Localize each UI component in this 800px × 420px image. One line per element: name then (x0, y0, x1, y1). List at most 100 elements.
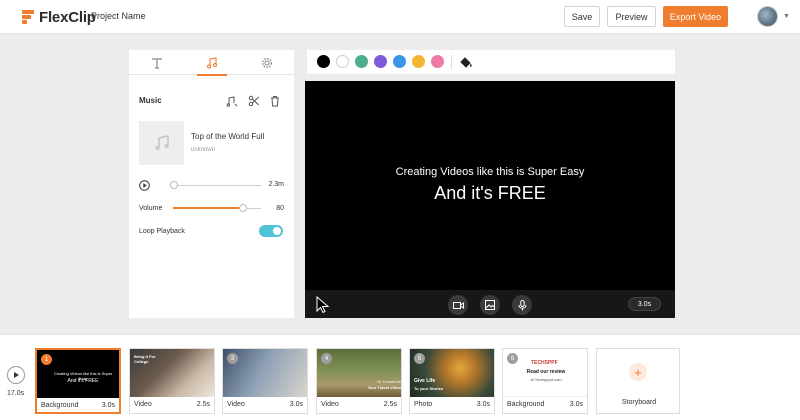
color-swatch[interactable] (412, 55, 425, 68)
color-swatch[interactable] (374, 55, 387, 68)
color-swatch[interactable] (336, 55, 349, 68)
preview-button[interactable]: Preview (607, 6, 656, 27)
thumb-caption: To your Stories (414, 386, 444, 391)
music-note-icon (206, 56, 217, 68)
scene-clip-4[interactable]: Or it could be Your Travel Video 4 Video… (316, 348, 402, 414)
loop-playback-label: Loop Playback (139, 228, 185, 235)
scene-duration[interactable]: 3.0s (628, 297, 661, 311)
tab-text[interactable] (129, 50, 184, 75)
trash-icon (271, 96, 279, 107)
scene-thumbnail: Bring It For College (130, 349, 214, 397)
volume-slider-handle[interactable] (239, 204, 248, 212)
timeline-play-button[interactable] (7, 366, 25, 384)
logo-text: FlexClip (39, 8, 96, 26)
scene-type: Video (227, 401, 245, 408)
track-progress-bar[interactable] (173, 185, 261, 186)
canvas-text-line1[interactable]: Creating Videos like this is Super Easy (305, 166, 675, 178)
thumb-caption: Or it could be (377, 379, 401, 384)
scene-number-badge: 4 (321, 353, 332, 364)
scene-number-badge: 3 (227, 353, 238, 364)
scene-clip-2[interactable]: Bring It For College Video 2.5s (129, 348, 215, 414)
track-artist: unknown (191, 147, 216, 153)
track-progress-handle[interactable] (170, 181, 178, 189)
flexclip-logo[interactable]: FlexClip (22, 7, 96, 27)
track-title: Top of the World Full (191, 132, 265, 141)
toolbar-divider (451, 55, 452, 69)
canvas-controls: 3.0s (305, 290, 675, 318)
thumb-caption: Read our review (526, 369, 566, 375)
scene-number-badge: 6 (507, 353, 518, 364)
scene-type: Video (321, 401, 339, 408)
add-image-button[interactable] (480, 295, 500, 315)
color-swatch[interactable] (431, 55, 444, 68)
plus-icon: + (629, 363, 647, 381)
storyboard-label: Storyboard (621, 399, 657, 406)
video-canvas[interactable]: Creating Videos like this is Super Easy … (305, 81, 675, 318)
volume-value: 80 (276, 205, 284, 212)
save-button[interactable]: Save (564, 6, 600, 27)
section-title: Music (139, 96, 162, 105)
panel-tabs (129, 50, 294, 76)
tab-music[interactable] (184, 50, 239, 76)
top-bar: FlexClip Project Name Save Preview Expor… (0, 0, 800, 34)
record-voice-button[interactable] (512, 295, 532, 315)
delete-music-button[interactable] (268, 94, 282, 108)
music-thumbnail (139, 121, 184, 165)
chevron-down-icon[interactable]: ▼ (783, 13, 790, 20)
color-swatch[interactable] (393, 55, 406, 68)
scene-type: Background (41, 402, 79, 409)
scene-type: Photo (414, 401, 433, 408)
text-icon (151, 57, 162, 69)
thumb-caption: at Techspppf.com (530, 377, 562, 382)
thumb-caption: Your Travel Video (367, 385, 401, 390)
microphone-icon (518, 299, 526, 310)
volume-label: Volume (139, 205, 163, 212)
timeline-total-duration: 17.0s (7, 390, 25, 397)
color-toolbar (307, 50, 675, 74)
tab-settings[interactable] (239, 50, 294, 75)
mouse-cursor-icon (316, 296, 330, 314)
scene-clip-6[interactable]: TECHSPPF Read our review at Techspppf.co… (502, 348, 588, 414)
scene-duration: 3.0s (101, 402, 115, 409)
paint-bucket-icon[interactable] (459, 56, 472, 69)
thumb-caption: And it's FREE (67, 378, 99, 384)
avatar[interactable] (757, 6, 778, 27)
scene-number-badge: 1 (41, 354, 52, 365)
replace-music-button[interactable] (225, 94, 239, 108)
add-video-button[interactable] (448, 295, 468, 315)
play-music-icon[interactable] (139, 180, 150, 191)
thumb-caption: Bring It For College (134, 354, 156, 364)
timeline: 17.0s Creating Videos like this is Super… (0, 334, 800, 420)
scene-duration: 3.0s (569, 401, 583, 408)
scissors-icon (248, 95, 260, 107)
export-video-button[interactable]: Export Video (663, 6, 728, 27)
color-swatch[interactable] (317, 55, 330, 68)
scene-number-badge: 5 (414, 353, 425, 364)
canvas-text-line2[interactable]: And it's FREE (305, 183, 675, 204)
video-camera-icon (452, 301, 464, 309)
thumb-caption: Give Life (414, 378, 436, 384)
track-duration: 2.3m (268, 181, 284, 188)
scene-type: Background (507, 401, 545, 408)
scene-clip-1[interactable]: Creating Videos like this is Super Easy … (35, 348, 121, 414)
image-icon (485, 300, 495, 310)
scene-clip-3[interactable]: 3 Video 3.0s (222, 348, 308, 414)
scene-duration: 2.5s (383, 401, 397, 408)
thumb-logo: TECHSPPF (531, 360, 558, 366)
play-icon (14, 372, 19, 378)
music-panel: Music Top of the World Full unknown 2.3m… (129, 50, 294, 318)
scene-duration: 2.5s (196, 401, 210, 408)
toggle-knob (273, 227, 281, 235)
scene-type: Video (134, 401, 152, 408)
music-replace-icon (226, 96, 238, 107)
trim-music-button[interactable] (247, 94, 261, 108)
scene-clip-5[interactable]: Give Life To your Stories 5 Photo 3.0s (409, 348, 495, 414)
project-name[interactable]: Project Name (91, 11, 146, 21)
scene-duration: 3.0s (289, 401, 303, 408)
storyboard-button[interactable]: + Storyboard (596, 348, 680, 414)
scene-duration: 3.0s (476, 401, 490, 408)
gear-icon (261, 57, 272, 68)
loop-playback-toggle[interactable] (259, 225, 283, 237)
color-swatch[interactable] (355, 55, 368, 68)
logo-mark-icon (22, 9, 37, 25)
